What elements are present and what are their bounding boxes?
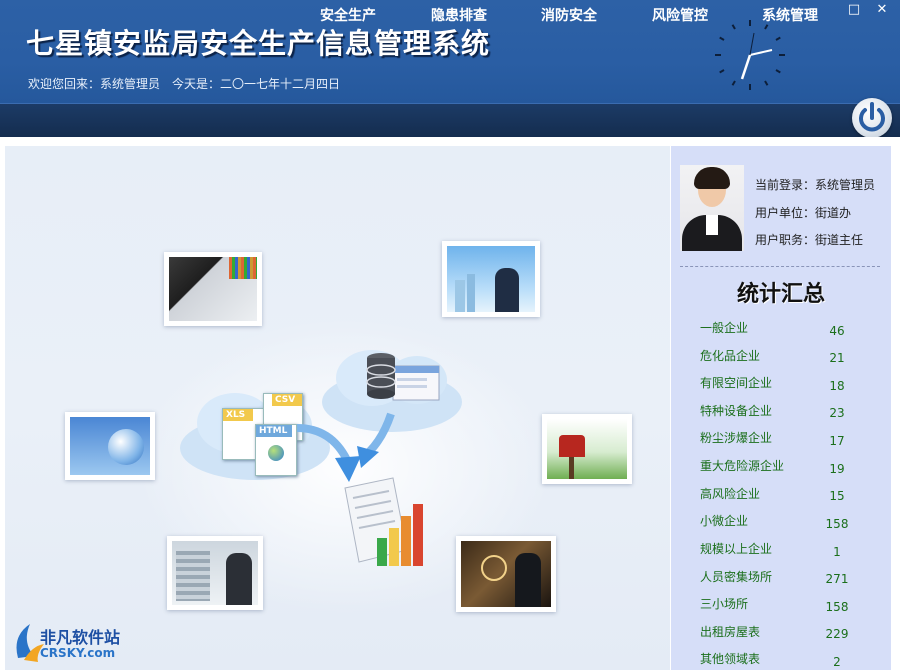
user-unit-text: 用户单位：街道办 <box>755 206 852 220</box>
globe-icon <box>268 445 284 461</box>
stat-value-other-fields: 2 <box>833 655 841 669</box>
stat-value-small-micro: 158 <box>825 517 849 531</box>
stat-label-dust-explosion[interactable]: 粉尘涉爆企业 <box>700 429 772 446</box>
stat-value-rental-housing: 229 <box>825 627 849 641</box>
stat-label-high-risk[interactable]: 高风险企业 <box>700 485 760 502</box>
stat-value-major-hazard: 19 <box>829 462 845 476</box>
stat-label-rental-housing[interactable]: 出租房屋表 <box>700 623 760 640</box>
stat-value-dust-explosion: 17 <box>829 434 845 448</box>
power-button[interactable] <box>852 98 892 138</box>
user-position-text: 用户职务：街道主任 <box>755 233 864 247</box>
power-icon <box>859 102 885 132</box>
nav-bar <box>0 103 900 138</box>
current-login-text: 当前登录：系统管理员 <box>755 178 876 192</box>
photo-man-office <box>167 536 263 610</box>
photo-globe <box>65 412 155 480</box>
stat-label-other-fields[interactable]: 其他领域表 <box>700 650 760 667</box>
main-illustration-panel: XLS CSV HTML <box>5 146 670 670</box>
watermark-en: CRSKY.com <box>40 646 116 660</box>
stats-title: 统计汇总 <box>736 282 825 307</box>
stat-label-major-hazard[interactable]: 重大危险源企业 <box>700 457 784 474</box>
photo-mailbox <box>542 414 632 484</box>
stat-label-confined-space[interactable]: 有限空间企业 <box>700 374 772 391</box>
report-chart-icon <box>344 477 423 566</box>
stat-label-small-micro[interactable]: 小微企业 <box>700 512 748 529</box>
stat-value-hazchem: 21 <box>829 351 845 365</box>
nav-item-risk-control[interactable]: 风险管控 <box>652 0 708 34</box>
stat-label-three-small[interactable]: 三小场所 <box>700 595 748 612</box>
close-button[interactable]: ✕ <box>870 2 894 18</box>
nav-item-hazard-check[interactable]: 隐患排查 <box>431 0 487 34</box>
photo-laptop-typing <box>164 252 262 326</box>
stat-value-high-risk: 15 <box>829 489 845 503</box>
watermark-cn: 非凡软件站 <box>40 628 121 647</box>
stat-label-hazchem[interactable]: 危化品企业 <box>700 347 760 364</box>
stat-value-special-equipment: 23 <box>829 406 845 420</box>
nav-item-fire-safety[interactable]: 消防安全 <box>541 0 597 34</box>
csv-label: CSV <box>272 394 302 406</box>
welcome-text: 欢迎您回来：系统管理员 <box>28 77 161 91</box>
stat-value-above-scale: 1 <box>833 545 841 559</box>
user-avatar <box>680 165 744 251</box>
html-label: HTML <box>256 425 292 437</box>
maximize-button[interactable]: □ <box>842 2 866 18</box>
stat-value-confined-space: 18 <box>829 379 845 393</box>
database-icon <box>366 353 440 401</box>
stat-label-above-scale[interactable]: 规模以上企业 <box>700 540 772 557</box>
stat-label-general[interactable]: 一般企业 <box>700 319 748 336</box>
date-text: 今天是：二〇一七年十二月四日 <box>172 77 341 91</box>
side-divider <box>680 266 880 267</box>
xls-label: XLS <box>223 409 253 421</box>
photo-businessman-city <box>456 536 556 612</box>
stat-value-three-small: 158 <box>825 600 849 614</box>
stat-label-crowded-places[interactable]: 人员密集场所 <box>700 568 772 585</box>
photo-businessman-laptop <box>442 241 540 317</box>
nav-item-system-admin[interactable]: 系统管理 <box>762 0 818 34</box>
nav-item-safety-production[interactable]: 安全生产 <box>320 0 376 34</box>
app-title: 七星镇安监局安全生产信息管理系统 <box>26 27 491 60</box>
stat-value-general: 46 <box>829 324 845 338</box>
stat-label-special-equipment[interactable]: 特种设备企业 <box>700 402 772 419</box>
stat-value-crowded-places: 271 <box>825 572 849 586</box>
